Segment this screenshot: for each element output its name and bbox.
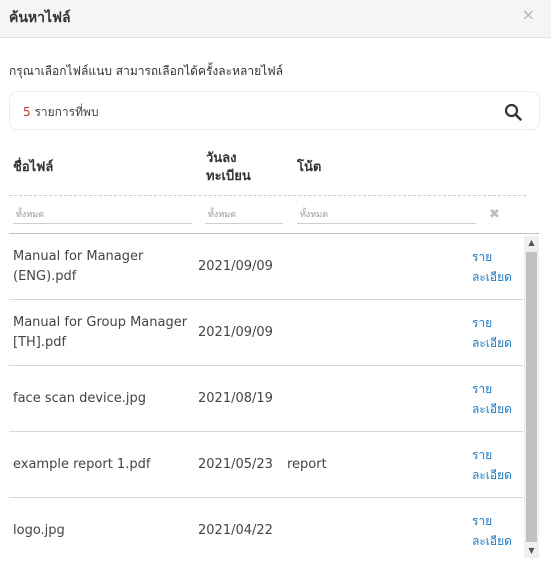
file-table: Manual for Manager (ENG).pdf 2021/09/09 … bbox=[9, 233, 539, 558]
close-icon[interactable]: × bbox=[522, 6, 535, 24]
file-name-cell: Manual for Manager (ENG).pdf bbox=[13, 248, 144, 284]
file-search-dialog: ค้นหาไฟล์ × กรุณาเลือกไฟล์แนบ สามารถเลือ… bbox=[0, 0, 551, 565]
scroll-up-arrow-icon[interactable]: ▲ bbox=[524, 236, 539, 250]
result-count-number: 5 bbox=[23, 105, 31, 119]
instruction-text: กรุณาเลือกไฟล์แนบ สามารถเลือกได้ครั้งละห… bbox=[9, 64, 283, 78]
file-name-cell: example report 1.pdf bbox=[13, 456, 151, 472]
column-header-filename[interactable]: ชื่อไฟล์ bbox=[13, 159, 53, 177]
detail-link[interactable]: รายละเอียด bbox=[472, 313, 522, 353]
file-date-cell: 2021/09/09 bbox=[198, 258, 273, 274]
file-date-cell: 2021/09/09 bbox=[198, 324, 273, 340]
scrollbar-thumb[interactable] bbox=[526, 252, 537, 542]
table-row[interactable]: example report 1.pdf 2021/05/23 report ร… bbox=[9, 432, 523, 498]
detail-link[interactable]: รายละเอียด bbox=[472, 379, 522, 419]
table-row[interactable]: Manual for Group Manager [TH].pdf 2021/0… bbox=[9, 300, 523, 366]
header-divider bbox=[9, 195, 526, 196]
file-note-cell: report bbox=[287, 456, 327, 472]
column-header-register-date[interactable]: วันลงทะเบียน bbox=[206, 150, 276, 186]
table-row[interactable]: logo.jpg 2021/04/22 รายละเอียด bbox=[9, 498, 523, 558]
dialog-header: ค้นหาไฟล์ × bbox=[0, 0, 551, 38]
scroll-down-arrow-icon[interactable]: ▼ bbox=[524, 544, 539, 558]
file-date-cell: 2021/05/23 bbox=[198, 456, 273, 472]
file-date-cell: 2021/04/22 bbox=[198, 522, 273, 538]
search-icon[interactable] bbox=[504, 103, 522, 121]
filter-note-input[interactable] bbox=[297, 206, 476, 224]
detail-link[interactable]: รายละเอียด bbox=[472, 511, 522, 551]
filter-date-input[interactable] bbox=[205, 206, 283, 224]
table-row[interactable]: face scan device.jpg 2021/08/19 รายละเอี… bbox=[9, 366, 523, 432]
file-name-cell: logo.jpg bbox=[13, 522, 65, 538]
search-bar[interactable]: 5 รายการที่พบ bbox=[9, 91, 540, 130]
clear-filter-icon[interactable]: ✖ bbox=[489, 207, 500, 223]
file-name-cell: Manual for Group Manager [TH].pdf bbox=[13, 314, 188, 350]
result-count-label: 5 รายการที่พบ bbox=[23, 104, 99, 120]
file-date-cell: 2021/08/19 bbox=[198, 390, 273, 406]
result-count-text: รายการที่พบ bbox=[30, 105, 99, 119]
filter-filename-input[interactable] bbox=[13, 206, 192, 224]
file-name-cell: face scan device.jpg bbox=[13, 390, 147, 406]
file-table-body: Manual for Manager (ENG).pdf 2021/09/09 … bbox=[9, 234, 523, 558]
table-row[interactable]: Manual for Manager (ENG).pdf 2021/09/09 … bbox=[9, 234, 523, 300]
detail-link[interactable]: รายละเอียด bbox=[472, 445, 522, 485]
dialog-title: ค้นหาไฟล์ bbox=[9, 10, 71, 26]
column-header-note[interactable]: โน้ต bbox=[297, 159, 321, 177]
detail-link[interactable]: รายละเอียด bbox=[472, 247, 522, 287]
table-scrollbar[interactable]: ▲ ▼ bbox=[524, 236, 539, 558]
